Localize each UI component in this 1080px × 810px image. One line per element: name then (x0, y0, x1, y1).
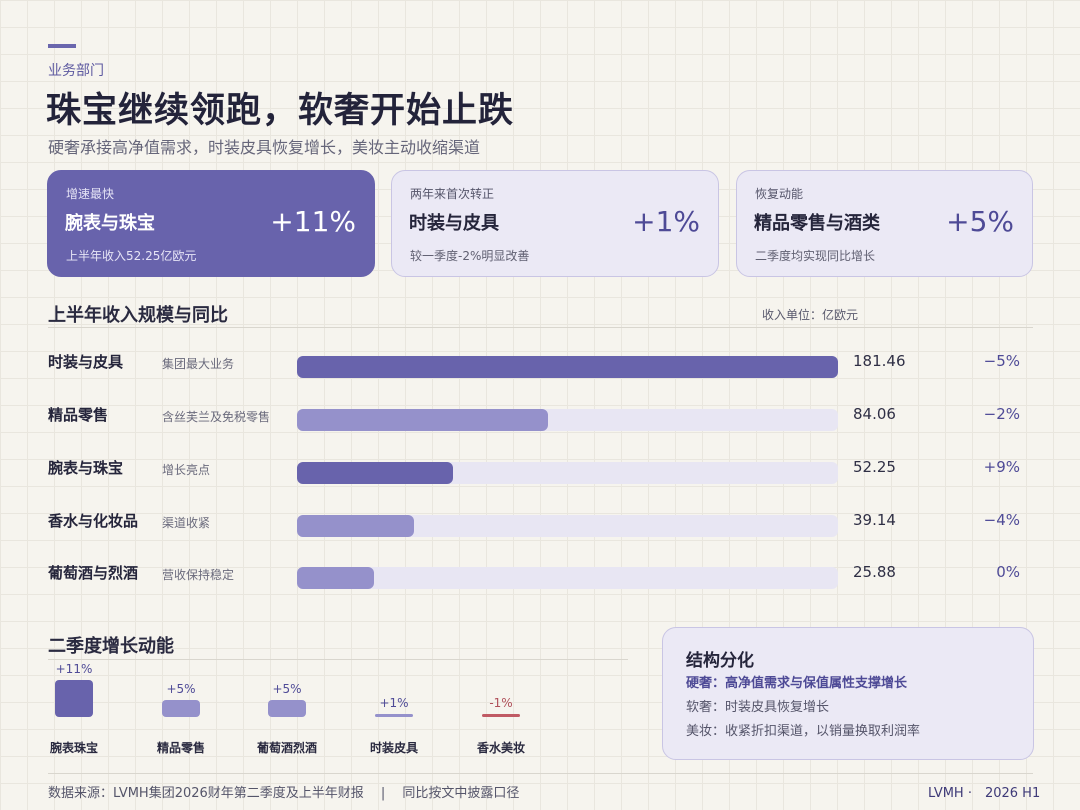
row-description: 营收保持稳定 (162, 568, 235, 582)
kpi-card-selective-retail-wines: 恢复动能 精品零售与酒类 +5% 二季度均实现同比增长 (736, 170, 1033, 277)
q2-bar (162, 700, 200, 717)
q2-bar (268, 700, 306, 717)
footer-brand: LVMH · 2026 H1 (928, 786, 1041, 801)
section-divider (48, 327, 1033, 328)
kpi-tag: 恢复动能 (755, 187, 804, 201)
kpi-tag: 两年来首次转正 (410, 187, 495, 201)
accent-line (48, 44, 76, 48)
row-category-label: 葡萄酒与烈酒 (48, 564, 139, 582)
yoy-change-label: −5% (983, 352, 1020, 370)
q2-category-label: 时装皮具 (369, 741, 418, 755)
kpi-tag: 增速最快 (66, 187, 115, 201)
section-tag: 业务部门 (48, 63, 104, 79)
q2-section-title: 二季度增长动能 (48, 636, 174, 657)
footer-source: 数据来源：LVMH集团2026财年第二季度及上半年财报 | 同比按文中披露口径 (48, 786, 520, 801)
kpi-note: 上半年收入52.25亿欧元 (66, 249, 197, 263)
row-description: 集团最大业务 (162, 357, 235, 371)
kpi-card-watches-jewelry: 增速最快 腕表与珠宝 +11% 上半年收入52.25亿欧元 (47, 170, 375, 277)
yoy-change-label: +9% (983, 458, 1020, 476)
footer-divider (48, 773, 1033, 774)
bar-track (297, 409, 838, 431)
bar-value-label: 84.06 (853, 405, 896, 423)
kpi-note: 较一季度-2%明显改善 (410, 249, 530, 263)
bar-value-label: 25.88 (853, 563, 896, 581)
q2-divider (48, 659, 628, 660)
structure-line-beauty: 美妆：收紧折扣渠道，以销量换取利润率 (686, 724, 921, 739)
bar (297, 409, 548, 431)
row-category-label: 精品零售 (48, 406, 109, 424)
row-description: 渠道收紧 (162, 516, 211, 530)
kpi-card-fashion-leather: 两年来首次转正 时装与皮具 +1% 较一季度-2%明显改善 (391, 170, 719, 277)
kpi-name: 腕表与珠宝 (65, 213, 155, 234)
row-description: 增长亮点 (162, 463, 211, 477)
bar (297, 567, 375, 589)
q2-category-label: 葡萄酒烈酒 (256, 741, 317, 755)
kpi-value: +11% (270, 205, 356, 238)
row-category-label: 腕表与珠宝 (48, 459, 124, 477)
bar-value-label: 52.25 (853, 458, 896, 476)
q2-bar (482, 713, 520, 717)
q2-value-label: +5% (272, 682, 302, 696)
bar-track (297, 515, 838, 537)
bar (297, 515, 414, 537)
q2-bar (375, 713, 413, 717)
structure-title: 结构分化 (686, 651, 754, 671)
q2-bar (55, 679, 93, 717)
q2-category-label: 香水美妆 (476, 741, 525, 755)
bar-track (297, 356, 838, 378)
kpi-name: 精品零售与酒类 (754, 213, 880, 234)
unit-note: 收入单位：亿欧元 (762, 308, 859, 322)
row-description: 含丝芙兰及免税零售 (162, 410, 271, 424)
q2-value-label: -1% (489, 695, 513, 710)
revenue-section-title: 上半年收入规模与同比 (48, 305, 228, 326)
kpi-note: 二季度均实现同比增长 (755, 249, 876, 263)
q2-category-label: 腕表珠宝 (49, 741, 98, 755)
bar (297, 462, 453, 484)
kpi-value: +5% (946, 205, 1014, 238)
row-category-label: 时装与皮具 (48, 353, 124, 371)
bar-value-label: 39.14 (853, 511, 896, 529)
page-title: 珠宝继续领跑，软奢开始止跌 (46, 91, 515, 131)
yoy-change-label: −4% (983, 511, 1020, 529)
yoy-change-label: 0% (996, 563, 1020, 581)
bar (297, 356, 838, 378)
q2-value-label: +5% (166, 682, 196, 696)
kpi-value: +1% (632, 205, 700, 238)
kpi-name: 时装与皮具 (409, 213, 499, 234)
structure-line-soft-luxury: 软奢：时装皮具恢复增长 (686, 700, 830, 715)
row-category-label: 香水与化妆品 (48, 512, 139, 530)
structure-line-hard-luxury: 硬奢：高净值需求与保值属性支撑增长 (686, 676, 908, 691)
q2-value-label: +11% (55, 661, 93, 676)
structure-callout: 结构分化 硬奢：高净值需求与保值属性支撑增长 软奢：时装皮具恢复增长 美妆：收紧… (662, 627, 1034, 760)
q2-category-label: 精品零售 (156, 741, 205, 755)
bar-track (297, 462, 838, 484)
yoy-change-label: −2% (983, 405, 1020, 423)
page-subtitle: 硬奢承接高净值需求，时装皮具恢复增长，美妆主动收缩渠道 (48, 138, 481, 157)
q2-value-label: +1% (379, 695, 409, 710)
bar-track (297, 567, 838, 589)
bar-value-label: 181.46 (853, 352, 906, 370)
